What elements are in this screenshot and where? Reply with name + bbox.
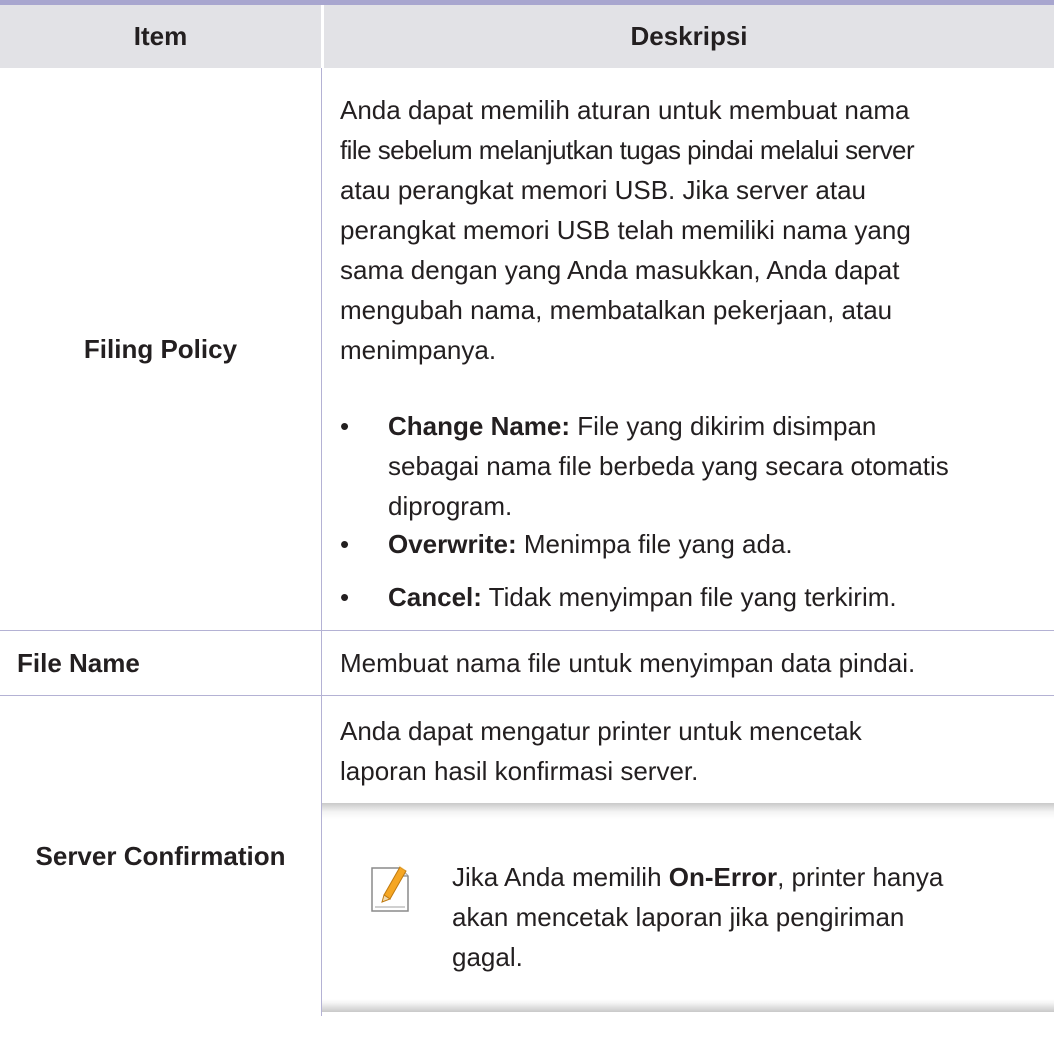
note-text: Jika Anda memilih On-Error, printer hany…: [452, 857, 943, 977]
description-line: laporan hasil konfirmasi server.: [340, 756, 699, 786]
row-description-filing-policy: Anda dapat memilih aturan untuk membuat …: [340, 90, 915, 370]
bullet-line: sebagai nama file berbeda yang secara ot…: [388, 451, 949, 481]
note-suffix: , printer hanya: [777, 862, 944, 892]
bullet-dot: •: [340, 411, 350, 441]
table-header-row: Item Deskripsi: [0, 5, 1054, 68]
bullet-text: Cancel: Tidak menyimpan file yang terkir…: [388, 577, 897, 617]
note-line: gagal.: [452, 942, 523, 972]
header-description: Deskripsi: [630, 21, 748, 51]
bullet-text: Change Name: File yang dikirim disimpan …: [388, 406, 949, 526]
bullet-line: diprogram.: [388, 491, 513, 521]
description-line: sama dengan yang Anda masukkan, Anda dap…: [340, 255, 900, 285]
bullet-dot: •: [340, 529, 350, 559]
bullet-term: Change Name:: [388, 411, 571, 441]
row-description-server-confirmation: Anda dapat mengatur printer untuk mencet…: [340, 711, 862, 791]
row-item-server-confirmation: Server Confirmation: [35, 840, 286, 871]
row-item-file-name: File Name: [17, 647, 140, 678]
description-line: perangkat memori USB telah memiliki nama…: [340, 215, 911, 245]
description-line: file sebelum melanjutkan tugas pindai me…: [340, 135, 915, 165]
row-item-filing-policy: Filing Policy: [83, 333, 238, 364]
note-pencil-icon: [371, 865, 409, 912]
description-line: atau perangkat memori USB. Jika server a…: [340, 175, 867, 205]
description-line: Anda dapat mengatur printer untuk mencet…: [340, 716, 862, 746]
bullet-term: Cancel:: [388, 582, 482, 612]
note-prefix: Jika Anda memilih: [452, 862, 669, 892]
note-line: akan mencetak laporan jika pengiriman: [452, 902, 905, 932]
bullet-text: Overwrite: Menimpa file yang ada.: [388, 524, 793, 564]
description-line: Anda dapat memilih aturan untuk membuat …: [340, 95, 910, 125]
bullet-line: Menimpa file yang ada.: [516, 529, 793, 559]
header-item: Item: [133, 21, 188, 51]
bullet-dot: •: [340, 582, 350, 612]
bullet-term: Overwrite:: [388, 529, 517, 559]
note-emphasis: On-Error: [668, 862, 778, 892]
spec-table-page: Item Deskripsi Filing Policy Anda dapat …: [0, 0, 1054, 1045]
row-description-file-name: Membuat nama file untuk menyimpan data p…: [340, 648, 916, 678]
description-line: mengubah nama, membatalkan pekerjaan, at…: [340, 295, 893, 325]
description-line: menimpanya.: [340, 335, 497, 365]
bullet-line: Tidak menyimpan file yang terkirim.: [481, 582, 897, 612]
bullet-line: File yang dikirim disimpan: [570, 411, 877, 441]
